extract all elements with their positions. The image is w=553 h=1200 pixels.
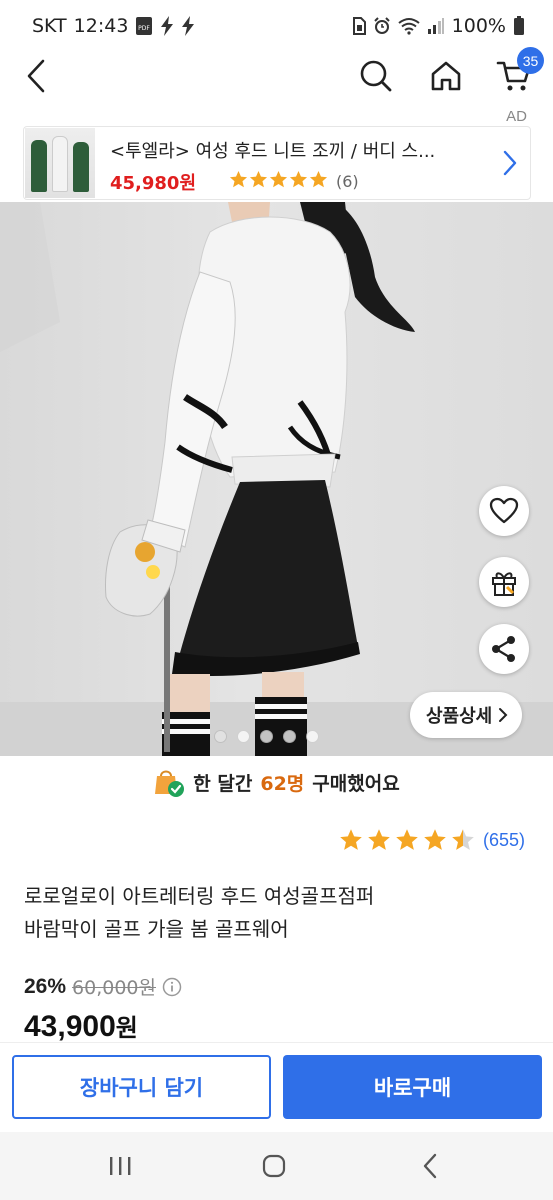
app-header bbox=[0, 52, 553, 102]
home-nav-button[interactable] bbox=[244, 1146, 304, 1186]
star-icon bbox=[368, 829, 390, 850]
ad-banner[interactable]: <투엘라> 여성 후드 니트 조끼 / 버디 스... 45,980원 (6) bbox=[23, 126, 531, 200]
recent-apps-button[interactable] bbox=[90, 1146, 150, 1186]
signal-icon bbox=[427, 17, 445, 35]
svg-text:PDF: PDF bbox=[139, 25, 151, 32]
heart-icon bbox=[489, 497, 519, 524]
system-navigation-bar bbox=[0, 1132, 553, 1200]
discount-rate: 26% bbox=[24, 974, 67, 998]
review-count[interactable]: (655) bbox=[483, 830, 525, 851]
back-button[interactable] bbox=[18, 56, 54, 96]
sale-price: 43,900원 bbox=[24, 1008, 138, 1044]
shopping-bag-icon bbox=[155, 770, 185, 797]
star-icon bbox=[249, 170, 268, 188]
pagination-dot[interactable] bbox=[283, 730, 296, 743]
star-icon bbox=[396, 829, 418, 850]
star-icon bbox=[269, 170, 288, 188]
bottom-action-bar: 장바구니 담기 바로구매 bbox=[0, 1042, 553, 1132]
star-icon bbox=[229, 170, 248, 188]
star-icon bbox=[309, 170, 328, 188]
ad-star-rating bbox=[229, 170, 328, 189]
product-title-line1: 로로얼로이 아트레터링 후드 여성골프점퍼 bbox=[24, 884, 375, 908]
search-icon bbox=[360, 60, 392, 92]
ad-open-button[interactable] bbox=[502, 149, 518, 181]
bolt-notification-icon-2 bbox=[181, 16, 195, 36]
back-chevron-icon bbox=[423, 1153, 437, 1179]
home-icon bbox=[431, 61, 461, 91]
share-button[interactable] bbox=[479, 624, 529, 674]
product-rating[interactable]: (655) bbox=[339, 828, 525, 852]
status-bar: SKT 12:43 PDF 100% bbox=[0, 0, 553, 52]
half-star-icon bbox=[452, 829, 474, 850]
ad-price: 45,980원 bbox=[110, 173, 197, 194]
pdf-notification-icon: PDF bbox=[135, 16, 153, 36]
discount-row: 26% 60,000원 bbox=[24, 973, 182, 1000]
sale-price-value: 43,900 bbox=[24, 1010, 116, 1043]
cart-count-badge: 35 bbox=[517, 47, 544, 74]
product-title: 로로얼로이 아트레터링 후드 여성골프점퍼 바람막이 골프 가을 봄 골프웨어 bbox=[24, 880, 524, 946]
pagination-dot[interactable] bbox=[237, 730, 250, 743]
ad-figure bbox=[52, 136, 68, 192]
info-icon[interactable] bbox=[162, 977, 182, 997]
ad-thumbnail bbox=[25, 128, 95, 198]
wishlist-button[interactable] bbox=[479, 486, 529, 536]
image-pagination bbox=[214, 730, 319, 743]
product-detail-label: 상품상세 bbox=[426, 706, 493, 727]
pagination-dot[interactable] bbox=[260, 730, 273, 743]
product-photo bbox=[0, 202, 553, 756]
status-left: SKT 12:43 PDF bbox=[32, 15, 195, 37]
carrier-label: SKT bbox=[32, 15, 67, 37]
chevron-right-icon bbox=[503, 150, 517, 176]
battery-percent: 100% bbox=[451, 15, 506, 37]
star-icon bbox=[424, 829, 446, 850]
home-button[interactable] bbox=[426, 56, 466, 96]
pagination-dot[interactable] bbox=[306, 730, 319, 743]
notice-suffix: 구매했어요 bbox=[312, 772, 400, 795]
chevron-left-icon bbox=[27, 59, 45, 93]
sim-icon bbox=[352, 17, 366, 35]
status-right: 100% bbox=[352, 15, 525, 37]
chevron-right-icon bbox=[499, 708, 508, 722]
buy-now-button[interactable]: 바로구매 bbox=[283, 1055, 542, 1119]
add-to-cart-button[interactable]: 장바구니 담기 bbox=[12, 1055, 271, 1119]
wifi-icon bbox=[398, 17, 420, 35]
ad-title: <투엘라> 여성 후드 니트 조끼 / 버디 스... bbox=[110, 141, 436, 162]
gift-button[interactable] bbox=[479, 557, 529, 607]
star-icon bbox=[340, 829, 362, 850]
ad-label: AD bbox=[506, 108, 527, 125]
ad-figure bbox=[31, 140, 47, 192]
home-circle-icon bbox=[262, 1154, 286, 1178]
sale-price-unit: 원 bbox=[115, 1015, 138, 1042]
notice-prefix: 한 달간 bbox=[193, 772, 253, 795]
clock: 12:43 bbox=[73, 15, 129, 37]
alarm-icon bbox=[373, 17, 391, 35]
product-image[interactable]: 상품상세 bbox=[0, 202, 553, 756]
gift-icon bbox=[492, 572, 516, 596]
original-price: 60,000원 bbox=[72, 977, 156, 999]
bolt-notification-icon bbox=[160, 16, 174, 36]
product-title-line2: 바람막이 골프 가을 봄 골프웨어 bbox=[24, 917, 289, 941]
monthly-purchase-notice: 한 달간 62명 구매했어요 bbox=[0, 760, 553, 804]
product-detail-button[interactable]: 상품상세 bbox=[410, 692, 523, 738]
share-icon bbox=[492, 636, 515, 662]
back-nav-button[interactable] bbox=[400, 1146, 460, 1186]
pagination-dot[interactable] bbox=[214, 730, 227, 743]
purchase-count: 62명 bbox=[260, 772, 305, 795]
search-button[interactable] bbox=[356, 56, 396, 96]
ad-figure bbox=[73, 142, 89, 192]
battery-icon bbox=[513, 16, 525, 36]
star-icon bbox=[289, 170, 308, 188]
ad-review-count: (6) bbox=[336, 172, 359, 191]
recent-apps-icon bbox=[110, 1157, 131, 1175]
